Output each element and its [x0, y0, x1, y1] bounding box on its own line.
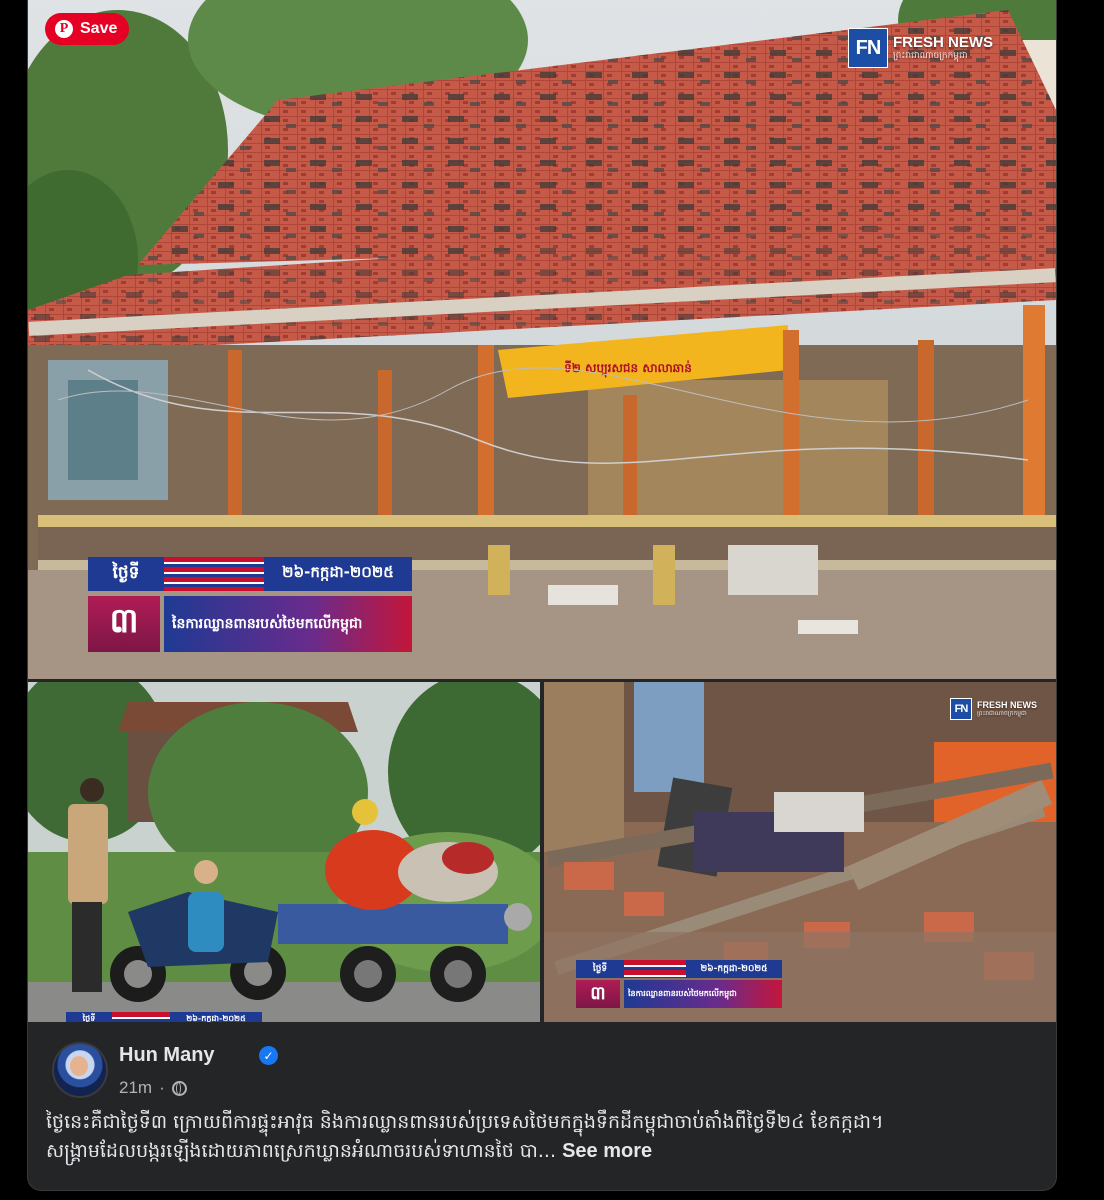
globe-icon	[171, 1080, 187, 1096]
pinterest-icon: P	[55, 20, 73, 38]
day-badge: ថ្ងៃទី ២៦-កក្កដា-២០២៥ ៣ នៃការឈ្លានពានរបស…	[576, 960, 786, 1008]
family-evacuation-photo	[28, 682, 540, 1022]
avatar-face	[70, 1056, 88, 1076]
avatar[interactable]	[52, 1042, 108, 1098]
badge-day-number: ៣	[576, 980, 620, 1008]
post-image-family[interactable]: ថ្ងៃទី ២៦-កក្កដា-២០២៥	[28, 682, 540, 1022]
badge-caption: នៃការឈ្លានពានរបស់ថៃមកលើកម្ពុជា	[164, 596, 412, 652]
badge-date: ២៦-កក្កដា-២០២៥	[170, 1012, 262, 1022]
save-button-label: Save	[80, 20, 118, 37]
post-image-rubble[interactable]: FN FRESH NEWS ព្រះរាជាណាចក្រកម្ពុជា ថ្ងៃ…	[544, 682, 1056, 1022]
verified-badge-icon: ✓	[259, 1046, 278, 1065]
badge-day-label: ថ្ងៃទី	[88, 557, 164, 591]
fresh-news-logo-small: FN FRESH NEWS ព្រះរាជាណាចក្រកម្ពុជា	[950, 698, 1037, 720]
post-author-row: Hun Many ✓ 21m ·	[52, 1040, 952, 1100]
see-more-link[interactable]: See more	[562, 1140, 652, 1162]
fresh-news-name: FRESH NEWS	[893, 33, 994, 51]
badge-flag	[112, 1012, 170, 1022]
fresh-news-tagline: ព្រះរាជាណាចក្រកម្ពុជា	[977, 710, 1027, 717]
pinterest-save-button[interactable]: P Save	[45, 13, 129, 45]
badge-date: ២៦-កក្កដា-២០២៥	[686, 960, 782, 978]
fresh-news-tagline: ព្រះរាជាណាចក្រកម្ពុជា	[893, 50, 968, 61]
post-text: ថ្ងៃនេះគឺជាថ្ងៃទី៣ ក្រោយពីការផ្ទុះអាវុធ …	[46, 1108, 1036, 1166]
badge-day-label: ថ្ងៃទី	[576, 960, 624, 978]
badge-flag	[164, 557, 264, 591]
post-image-main[interactable]: ទី២ សប្បុរសជន សាលាឆាន់ FN FRESH NEWS ព្រ…	[28, 0, 1056, 679]
fresh-news-logo-icon: FN	[848, 28, 888, 68]
badge-flag	[624, 960, 686, 978]
badge-date: ២៦-កក្កដា-២០២៥	[264, 557, 412, 591]
post-text-line-2: សង្គ្រាមដែលបង្ករឡើងដោយភាពស្រេកឃ្លានអំណាច…	[46, 1140, 557, 1162]
post-time[interactable]: 21m	[119, 1078, 152, 1098]
day-badge-small: ថ្ងៃទី ២៦-កក្កដា-២០២៥	[66, 1012, 266, 1022]
badge-day-label: ថ្ងៃទី	[66, 1012, 112, 1022]
post-text-line-1: ថ្ងៃនេះគឺជាថ្ងៃទី៣ ក្រោយពីការផ្ទុះអាវុធ …	[46, 1111, 884, 1133]
post-meta: 21m ·	[119, 1078, 187, 1098]
author-name[interactable]: Hun Many	[119, 1044, 215, 1067]
badge-day-number: ៣	[88, 596, 160, 652]
fresh-news-name: FRESH NEWS	[977, 699, 1038, 710]
day-badge: ថ្ងៃទី ២៦-កក្កដា-២០២៥ ៣ នៃការឈ្លានពានរបស…	[88, 557, 418, 653]
post-card: ទី២ សប្បុរសជន សាលាឆាន់ FN FRESH NEWS ព្រ…	[27, 0, 1057, 1191]
fresh-news-logo: FN FRESH NEWS ព្រះរាជាណាចក្រកម្ពុជា	[848, 28, 993, 68]
fresh-news-logo-icon: FN	[950, 698, 972, 720]
badge-caption: នៃការឈ្លានពានរបស់ថៃមកលើកម្ពុជា	[624, 980, 782, 1008]
